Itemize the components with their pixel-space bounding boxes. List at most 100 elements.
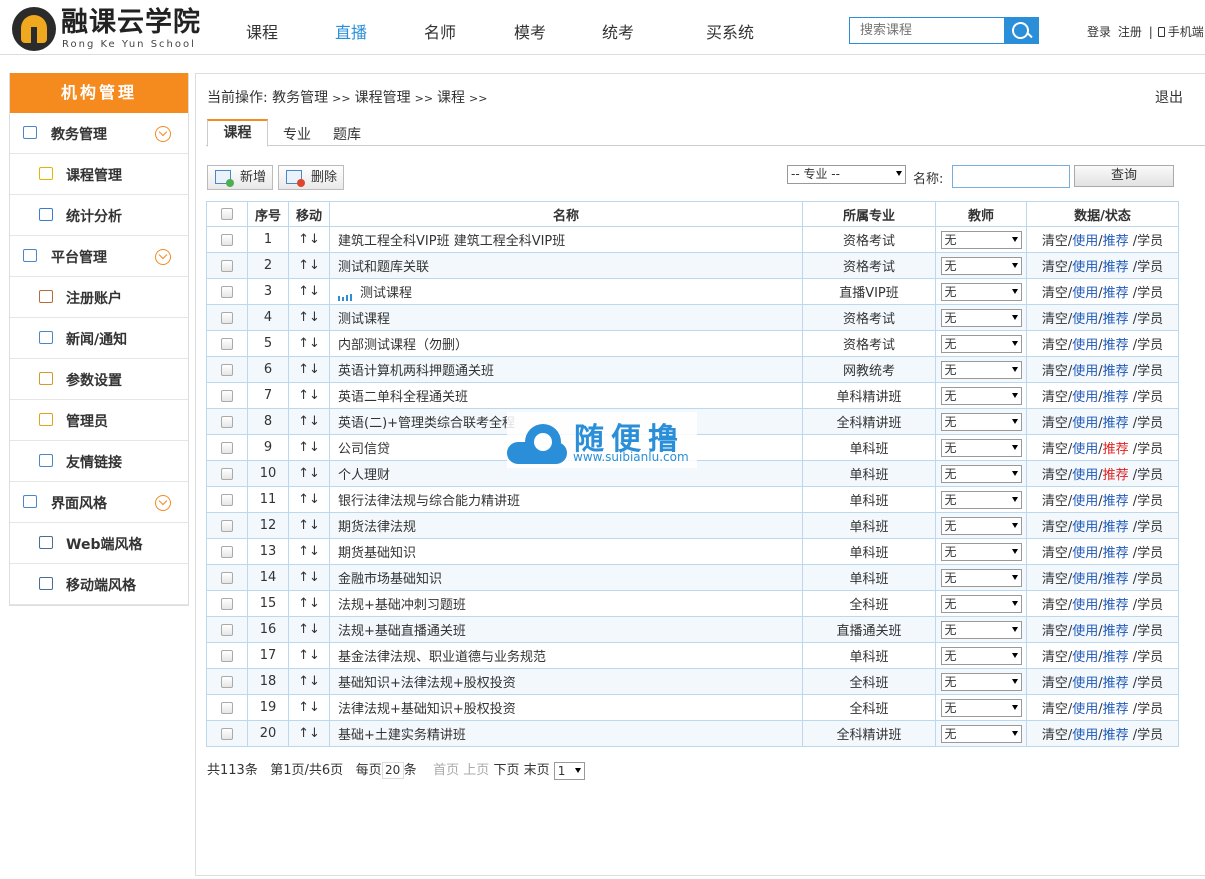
move-arrows[interactable]: ↑↓	[288, 304, 330, 331]
course-name[interactable]: 建筑工程全科VIP班 建筑工程全科VIP班	[338, 234, 565, 249]
use-link[interactable]: 使用	[1072, 650, 1098, 665]
site-logo[interactable]: 融课云学院 Rong Ke Yun School	[12, 6, 200, 52]
breadcrumb-item[interactable]: 课程	[437, 90, 465, 106]
next-page-link[interactable]: 下页	[493, 763, 519, 778]
students-link[interactable]: 学员	[1137, 650, 1163, 665]
recommend-link[interactable]: 推荐	[1103, 364, 1129, 379]
tab-majors[interactable]: 专业	[283, 124, 311, 144]
clear-link[interactable]: 清空	[1042, 468, 1068, 483]
move-arrows[interactable]: ↑↓	[288, 252, 330, 279]
teacher-select[interactable]: 无	[940, 256, 1022, 275]
recommend-link[interactable]: 推荐	[1103, 572, 1129, 587]
row-checkbox[interactable]	[221, 389, 233, 402]
page-select[interactable]: 1	[553, 761, 585, 780]
move-arrows[interactable]: ↑↓	[288, 356, 330, 383]
sidebar-item[interactable]: 参数设置	[10, 359, 188, 400]
clear-link[interactable]: 清空	[1042, 390, 1068, 405]
course-name[interactable]: 法规+基础冲刺习题班	[338, 598, 466, 613]
teacher-select[interactable]: 无	[940, 230, 1022, 249]
select-all-checkbox[interactable]	[221, 208, 233, 220]
course-name[interactable]: 英语计算机两科押题通关班	[338, 364, 494, 379]
query-button[interactable]: 查询	[1074, 165, 1174, 187]
move-arrows[interactable]: ↑↓	[288, 512, 330, 539]
students-link[interactable]: 学员	[1137, 416, 1163, 431]
sidebar-item[interactable]: 注册账户	[10, 277, 188, 318]
students-link[interactable]: 学员	[1137, 520, 1163, 535]
teacher-select[interactable]: 无	[940, 672, 1022, 691]
students-link[interactable]: 学员	[1137, 390, 1163, 405]
move-arrows[interactable]: ↑↓	[288, 486, 330, 513]
recommend-link[interactable]: 推荐	[1103, 468, 1129, 483]
course-name[interactable]: 公司信贷	[338, 442, 390, 457]
sidebar-item[interactable]: 课程管理	[10, 154, 188, 195]
nav-unified-exam[interactable]: 统考	[602, 19, 634, 43]
mobile-link[interactable]: 手机端	[1168, 25, 1204, 39]
row-checkbox[interactable]	[221, 649, 233, 662]
use-link[interactable]: 使用	[1072, 546, 1098, 561]
teacher-select[interactable]: 无	[940, 646, 1022, 665]
sidebar-item[interactable]: 管理员	[10, 400, 188, 441]
sidebar-item[interactable]: Web端风格	[10, 523, 188, 564]
name-search-input[interactable]	[952, 165, 1070, 188]
sidebar-item[interactable]: 统计分析	[10, 195, 188, 236]
row-checkbox[interactable]	[221, 311, 233, 324]
row-checkbox[interactable]	[221, 441, 233, 454]
use-link[interactable]: 使用	[1072, 702, 1098, 717]
row-checkbox[interactable]	[221, 493, 233, 506]
clear-link[interactable]: 清空	[1042, 702, 1068, 717]
chevron-down-icon[interactable]	[155, 249, 171, 265]
nav-mock-exam[interactable]: 模考	[514, 19, 546, 43]
teacher-select[interactable]: 无	[940, 412, 1022, 431]
course-name[interactable]: 期货基础知识	[338, 546, 416, 561]
recommend-link[interactable]: 推荐	[1103, 442, 1129, 457]
students-link[interactable]: 学员	[1137, 494, 1163, 509]
clear-link[interactable]: 清空	[1042, 260, 1068, 275]
course-name[interactable]: 基础+土建实务精讲班	[338, 728, 466, 743]
row-checkbox[interactable]	[221, 415, 233, 428]
move-arrows[interactable]: ↑↓	[288, 720, 330, 747]
use-link[interactable]: 使用	[1072, 338, 1098, 353]
use-link[interactable]: 使用	[1072, 624, 1098, 639]
sidebar-item[interactable]: 平台管理	[10, 236, 188, 277]
row-checkbox[interactable]	[221, 337, 233, 350]
teacher-select[interactable]: 无	[940, 620, 1022, 639]
nav-buy-system[interactable]: 买系统	[706, 19, 754, 43]
move-arrows[interactable]: ↑↓	[288, 460, 330, 487]
recommend-link[interactable]: 推荐	[1103, 494, 1129, 509]
move-arrows[interactable]: ↑↓	[288, 434, 330, 461]
move-arrows[interactable]: ↑↓	[288, 564, 330, 591]
recommend-link[interactable]: 推荐	[1103, 286, 1129, 301]
move-arrows[interactable]: ↑↓	[288, 616, 330, 643]
use-link[interactable]: 使用	[1072, 234, 1098, 249]
recommend-link[interactable]: 推荐	[1103, 702, 1129, 717]
clear-link[interactable]: 清空	[1042, 598, 1068, 613]
students-link[interactable]: 学员	[1137, 598, 1163, 613]
sidebar-item[interactable]: 界面风格	[10, 482, 188, 523]
clear-link[interactable]: 清空	[1042, 286, 1068, 301]
teacher-select[interactable]: 无	[940, 386, 1022, 405]
students-link[interactable]: 学员	[1137, 234, 1163, 249]
move-arrows[interactable]: ↑↓	[288, 330, 330, 357]
chevron-down-icon[interactable]	[155, 495, 171, 511]
sidebar-item[interactable]: 友情链接	[10, 441, 188, 482]
course-name[interactable]: 基金法律法规、职业道德与业务规范	[338, 650, 546, 665]
add-button[interactable]: 新增	[207, 165, 274, 190]
use-link[interactable]: 使用	[1072, 312, 1098, 327]
students-link[interactable]: 学员	[1137, 702, 1163, 717]
use-link[interactable]: 使用	[1072, 520, 1098, 535]
nav-teachers[interactable]: 名师	[424, 19, 456, 43]
use-link[interactable]: 使用	[1072, 598, 1098, 613]
clear-link[interactable]: 清空	[1042, 520, 1068, 535]
tab-courses[interactable]: 课程	[207, 119, 268, 147]
recommend-link[interactable]: 推荐	[1103, 598, 1129, 613]
last-page-link[interactable]: 末页	[524, 763, 550, 778]
recommend-link[interactable]: 推荐	[1103, 520, 1129, 535]
breadcrumb-item[interactable]: 课程管理	[355, 90, 411, 106]
clear-link[interactable]: 清空	[1042, 442, 1068, 457]
recommend-link[interactable]: 推荐	[1103, 546, 1129, 561]
teacher-select[interactable]: 无	[940, 516, 1022, 535]
teacher-select[interactable]: 无	[940, 334, 1022, 353]
delete-button[interactable]: 删除	[278, 165, 345, 190]
teacher-select[interactable]: 无	[940, 360, 1022, 379]
move-arrows[interactable]: ↑↓	[288, 694, 330, 721]
